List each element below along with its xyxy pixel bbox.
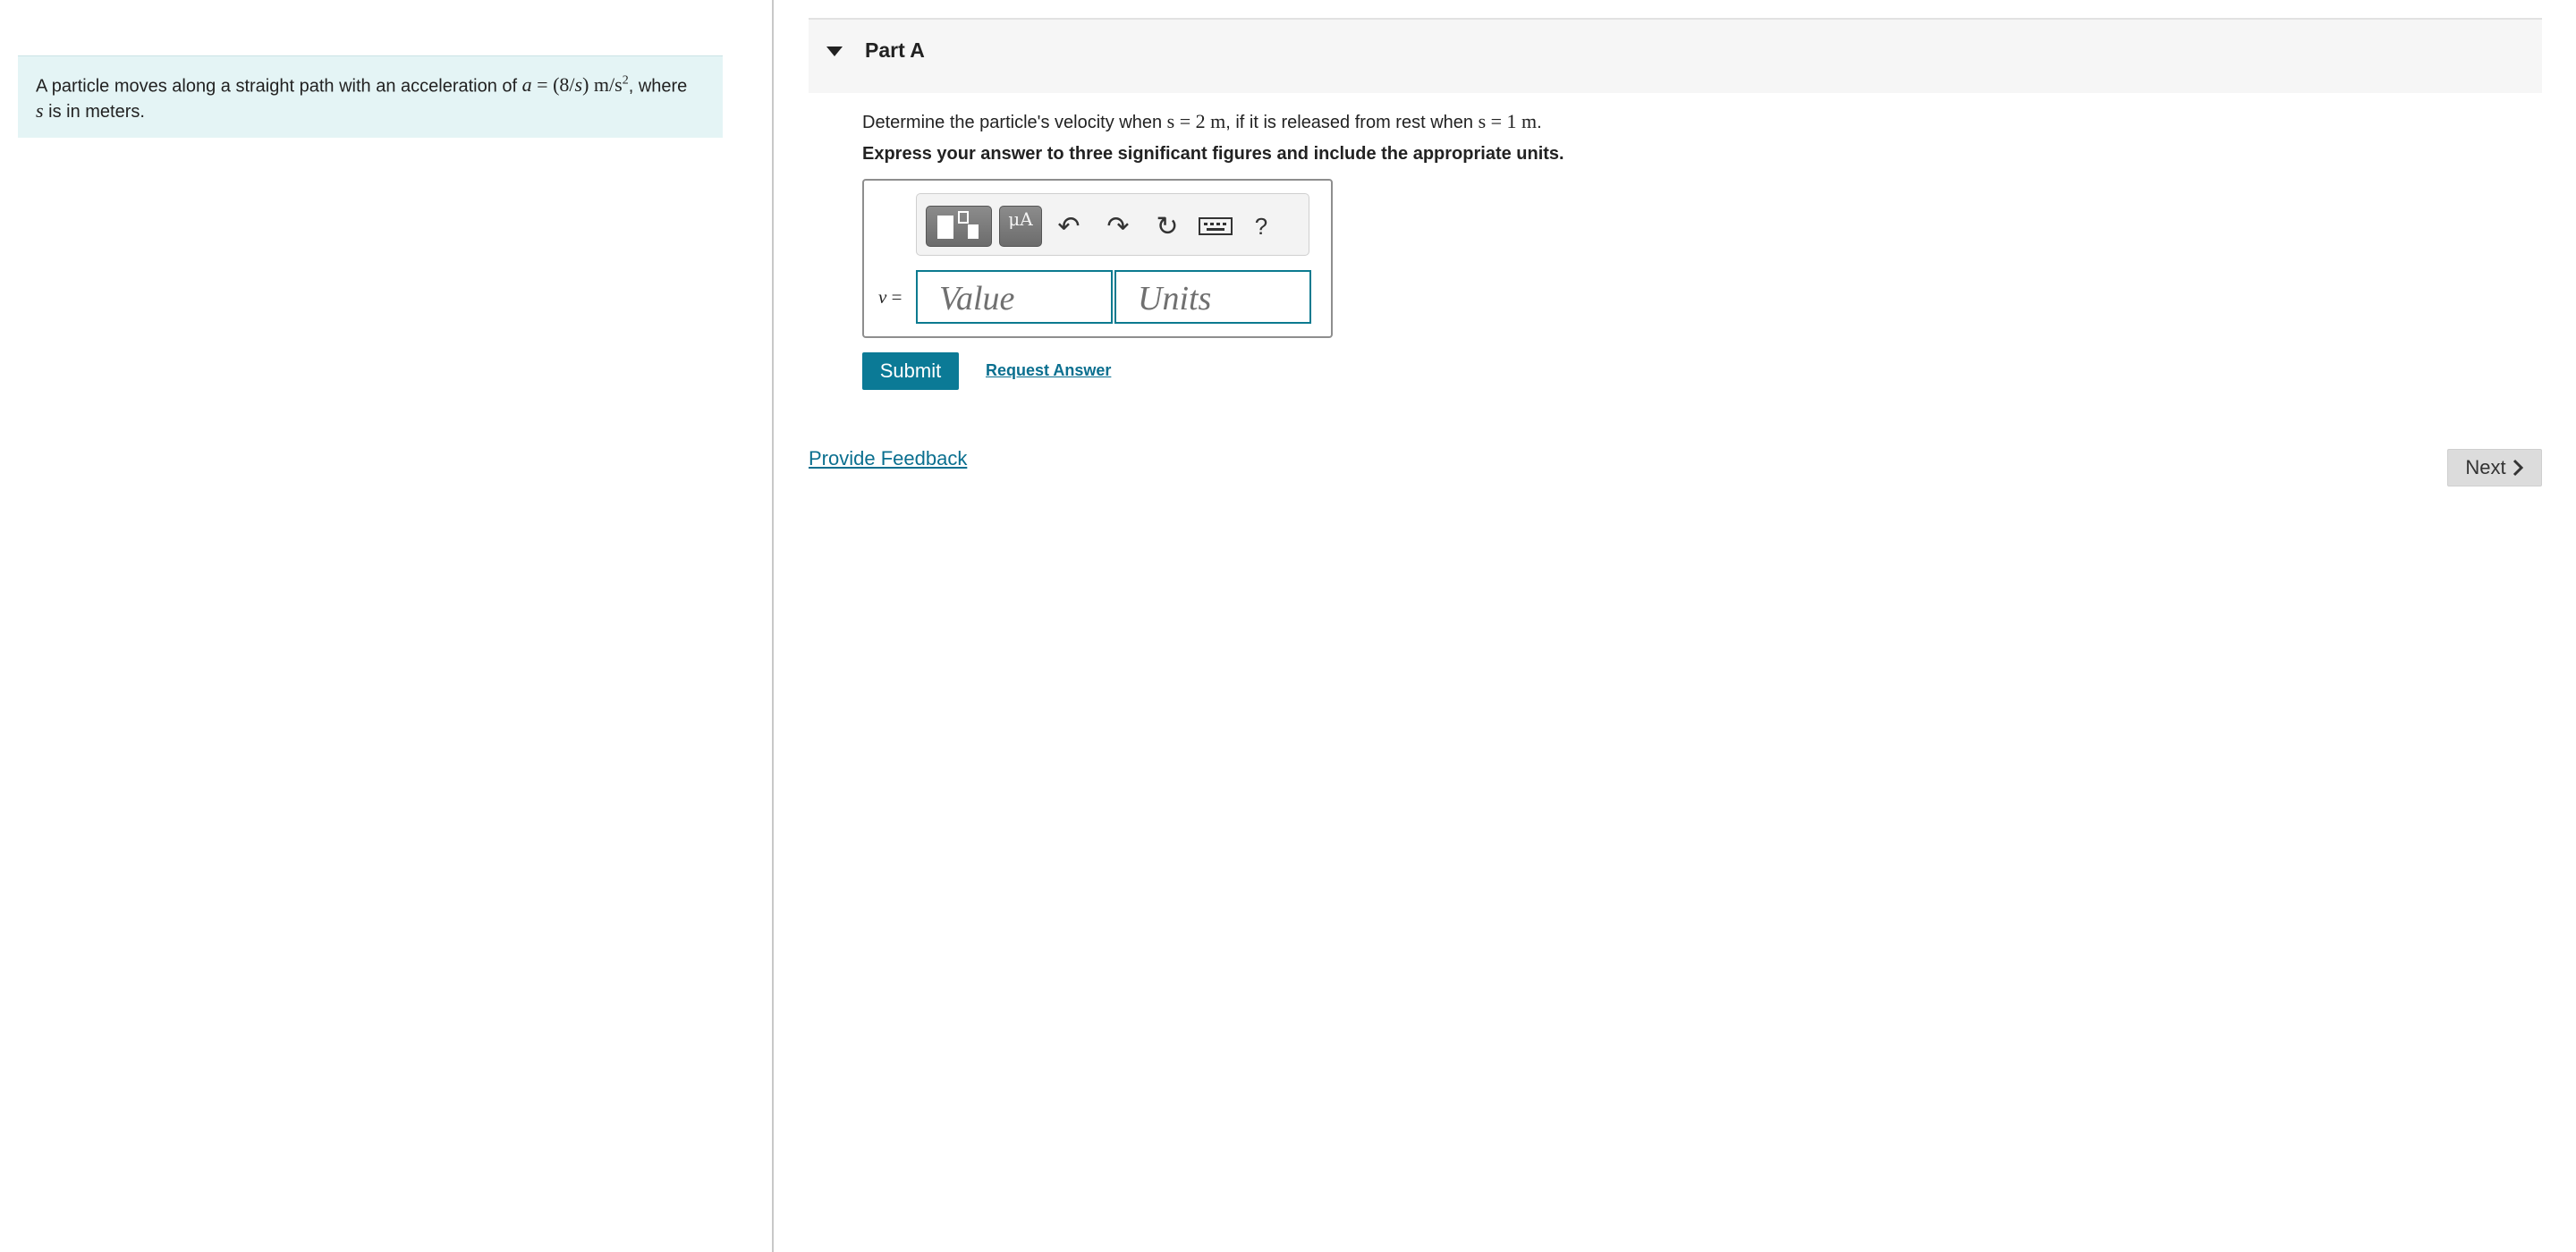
help-icon: ? — [1254, 212, 1268, 240]
acceleration-formula: a = (8/s) m/s2 — [521, 73, 629, 97]
units-input[interactable] — [1114, 270, 1311, 324]
part-a-header[interactable]: Part A — [809, 18, 2542, 93]
answer-variable-label: v = — [878, 286, 902, 308]
undo-button[interactable]: ↶ — [1051, 208, 1087, 244]
answer-instruction: Express your answer to three significant… — [862, 144, 1564, 164]
keyboard-icon — [1199, 217, 1233, 235]
request-answer-link[interactable]: Request Answer — [986, 361, 1111, 380]
pane-divider[interactable] — [772, 0, 774, 1252]
templates-icon — [937, 211, 979, 239]
collapse-caret-icon[interactable] — [826, 47, 843, 56]
provide-feedback-link[interactable]: Provide Feedback — [809, 447, 967, 470]
question-math-2: s = 1 m — [1478, 110, 1538, 132]
problem-text-end: is in meters. — [43, 102, 145, 123]
problem-text-after: , where — [628, 76, 688, 97]
problem-text-before: A particle moves along a straight path w… — [36, 76, 522, 97]
question-text: Determine the particle's velocity when s… — [862, 110, 1542, 132]
part-title: Part A — [865, 38, 925, 62]
answer-box: μA ↶ ↷ ↻ ? v = — [862, 179, 1333, 338]
redo-button[interactable]: ↷ — [1100, 208, 1136, 244]
math-toolbar: μA ↶ ↷ ↻ ? — [916, 193, 1309, 256]
next-label: Next — [2465, 456, 2506, 478]
templates-button[interactable] — [926, 206, 992, 247]
submit-button[interactable]: Submit — [862, 352, 959, 390]
problem-statement: A particle moves along a straight path w… — [18, 55, 723, 138]
reset-button[interactable]: ↻ — [1149, 208, 1185, 244]
chevron-right-icon — [2512, 459, 2523, 477]
variable-s: s — [36, 99, 44, 123]
question-math-1: s = 2 m — [1166, 110, 1226, 132]
symbols-button[interactable]: μA — [999, 206, 1042, 247]
redo-icon: ↷ — [1106, 211, 1130, 241]
value-input[interactable] — [916, 270, 1113, 324]
undo-icon: ↶ — [1057, 211, 1080, 241]
help-button[interactable]: ? — [1243, 208, 1279, 244]
reset-icon: ↻ — [1156, 211, 1179, 241]
keyboard-button[interactable] — [1194, 212, 1235, 241]
next-button[interactable]: Next — [2447, 449, 2542, 486]
symbols-icon: μA — [1008, 208, 1033, 230]
